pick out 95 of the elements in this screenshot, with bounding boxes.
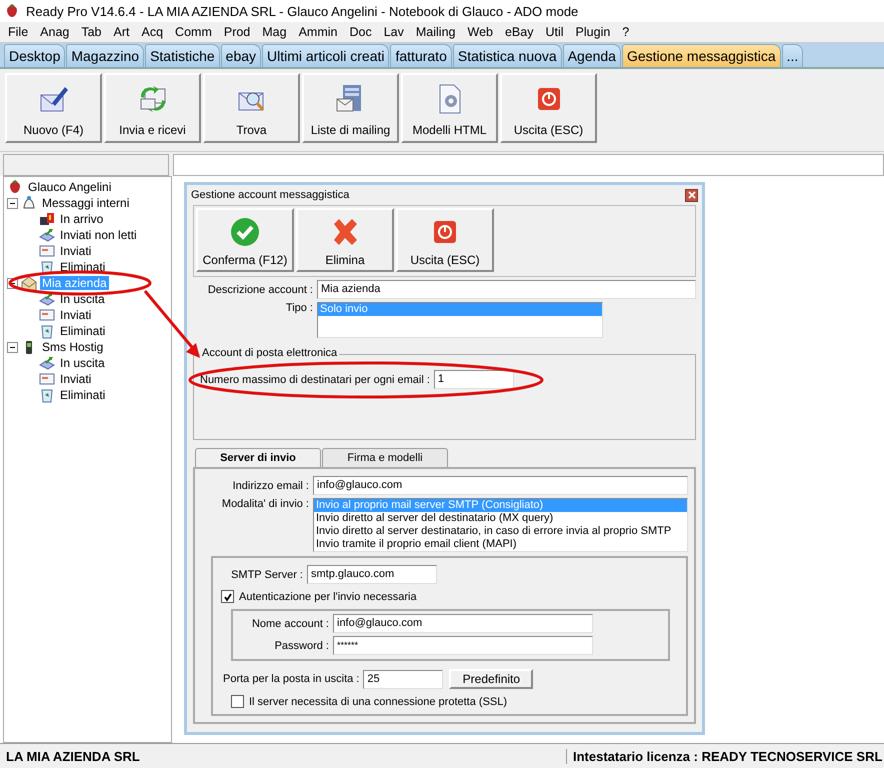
default-button[interactable]: Predefinito xyxy=(449,669,534,689)
menu-item[interactable]: Ammin xyxy=(294,25,346,39)
toolbar-button[interactable]: Invia e ricevi xyxy=(104,73,201,143)
max-recipients-field[interactable]: 1 xyxy=(434,370,514,389)
tab[interactable]: ... xyxy=(782,44,804,67)
menu-item[interactable]: Acq xyxy=(138,25,172,39)
tree-item[interactable]: Inviati non letti xyxy=(58,228,139,242)
menu-item[interactable]: Mailing xyxy=(412,25,464,39)
envelope-arrow-icon xyxy=(39,355,55,371)
tab[interactable]: Firma e modelli xyxy=(322,448,448,467)
toolbar-button[interactable]: Uscita (ESC) xyxy=(500,73,597,143)
field-label: Modalita' di invio : xyxy=(220,498,309,510)
mailbox-icon xyxy=(39,211,55,227)
tree-item[interactable]: Glauco Angelini xyxy=(26,180,114,194)
tree-item[interactable]: In uscita xyxy=(58,356,107,370)
menu-item[interactable]: Util xyxy=(541,25,572,39)
menu-item[interactable]: eBay xyxy=(500,25,542,39)
dialog-title: Gestione account messaggistica xyxy=(191,189,350,201)
menu-item[interactable]: Comm xyxy=(171,25,220,39)
menu-item[interactable]: Web xyxy=(464,25,501,39)
dialog-toolbar-button[interactable]: Uscita (ESC) xyxy=(396,208,494,272)
tree-item[interactable]: In uscita xyxy=(58,292,107,306)
smtp-field[interactable]: smtp.glauco.com xyxy=(307,565,437,584)
dialog-toolbar-button[interactable]: Conferma (F12) xyxy=(196,208,294,272)
tab[interactable]: Agenda xyxy=(562,44,621,67)
checkbox[interactable] xyxy=(231,695,244,708)
field-label: Descrizione account : xyxy=(206,284,313,296)
tree-item[interactable]: Inviati xyxy=(58,308,94,322)
field-label: Nome account : xyxy=(250,618,329,630)
checkbox-label: Il server necessita di una connessione protetta (SSL) xyxy=(249,696,508,708)
window-title: Ready Pro V14.6.4 - LA MIA AZIENDA SRL - Glauco Angelini - Notebook di Glauco - ADO mode xyxy=(26,4,578,18)
tab[interactable]: ebay xyxy=(220,44,262,67)
toolbar-button[interactable]: Liste di mailing xyxy=(302,73,399,143)
field-label: Porta per la posta in uscita : xyxy=(223,673,360,685)
tree-item[interactable]: Sms Hostig xyxy=(40,340,106,354)
status-text: Intestatario licenza : READY TECNOSERVICE SRL xyxy=(566,748,884,764)
tree-item[interactable]: In arrivo xyxy=(58,212,106,226)
menu-item[interactable]: Plugin xyxy=(572,25,618,39)
field-label: Numero massimo di destinatari per ogni email : xyxy=(200,374,430,386)
tab[interactable]: Magazzino xyxy=(66,44,144,67)
recycle-bin-icon xyxy=(39,387,55,403)
checkbox-label: Autenticazione per l'invio necessaria xyxy=(239,590,417,602)
envelope-icon xyxy=(39,307,55,323)
tree-item[interactable]: Messaggi interni xyxy=(40,196,132,210)
field-label: Password : xyxy=(274,640,329,652)
tree-item[interactable]: Inviati xyxy=(58,244,94,258)
tab[interactable]: fatturato xyxy=(390,44,452,67)
menu-item[interactable]: Tab xyxy=(77,25,110,39)
envelope-icon xyxy=(39,243,55,259)
group-title: Account di posta elettronica xyxy=(200,347,340,359)
tab[interactable]: Server di invio xyxy=(195,448,321,467)
tab[interactable]: Ultimi articoli creati xyxy=(262,44,390,67)
tab[interactable]: Desktop xyxy=(4,44,66,67)
menu-item[interactable]: Anag xyxy=(36,25,78,39)
tree-item[interactable]: Eliminati xyxy=(58,388,108,402)
password-field[interactable]: ****** xyxy=(333,636,593,655)
tab[interactable]: Statistiche xyxy=(145,44,220,67)
menu-item[interactable]: File xyxy=(4,25,36,39)
recycle-bin-icon xyxy=(39,323,55,339)
port-field[interactable]: 25 xyxy=(363,670,444,688)
description-field[interactable]: Mia azienda xyxy=(317,280,696,299)
collapse-icon[interactable] xyxy=(7,342,18,352)
menu-item[interactable]: Doc xyxy=(346,25,380,39)
menu-item[interactable]: Prod xyxy=(220,25,258,39)
dialog-toolbar-button[interactable]: Elimina xyxy=(296,208,394,272)
menu-item[interactable]: ? xyxy=(618,25,638,39)
toolbar-button[interactable]: Modelli HTML xyxy=(401,73,498,143)
tree-item[interactable]: Inviati xyxy=(58,372,94,386)
send-mode-listbox[interactable]: Invio al proprio mail server SMTP (Consigliato) Invio diretto al server del destinatario (MX query) Invio diretto al server destinatario, in caso di errore invia al proprio SMTP Invio tramite il proprio email client (MAPI) xyxy=(313,498,688,552)
field-label: Tipo : xyxy=(284,302,313,314)
tree-item[interactable]: Eliminati xyxy=(58,260,108,274)
bell-icon xyxy=(21,195,37,211)
field-label: SMTP Server : xyxy=(230,568,303,580)
menu-item[interactable]: Lav xyxy=(380,25,412,39)
toolbar-button[interactable]: Nuovo (F4) xyxy=(5,73,102,143)
collapse-icon[interactable] xyxy=(7,198,18,208)
tab[interactable]: Gestione messaggistica xyxy=(622,44,781,67)
account-field[interactable]: info@glauco.com xyxy=(333,614,593,633)
toolbar-button[interactable]: Trova xyxy=(203,73,300,143)
annotation-arrow xyxy=(144,290,200,358)
email-field[interactable]: info@glauco.com xyxy=(313,476,688,495)
menu-item[interactable]: Mag xyxy=(258,25,295,39)
close-button[interactable] xyxy=(685,188,698,202)
status-text: LA MIA AZIENDA SRL xyxy=(5,748,141,764)
path-field[interactable] xyxy=(173,154,884,176)
field-label: Indirizzo email : xyxy=(232,480,309,492)
checkbox[interactable] xyxy=(221,590,234,603)
strawberry-icon xyxy=(7,179,23,195)
envelope-icon xyxy=(39,371,55,387)
checkmark-icon xyxy=(229,216,261,248)
tab[interactable]: Statistica nuova xyxy=(452,44,562,67)
envelope-arrow-icon xyxy=(39,227,55,243)
strawberry-icon xyxy=(4,3,20,19)
tree-item[interactable]: Eliminati xyxy=(58,324,108,338)
menu-item[interactable]: Art xyxy=(110,25,138,39)
